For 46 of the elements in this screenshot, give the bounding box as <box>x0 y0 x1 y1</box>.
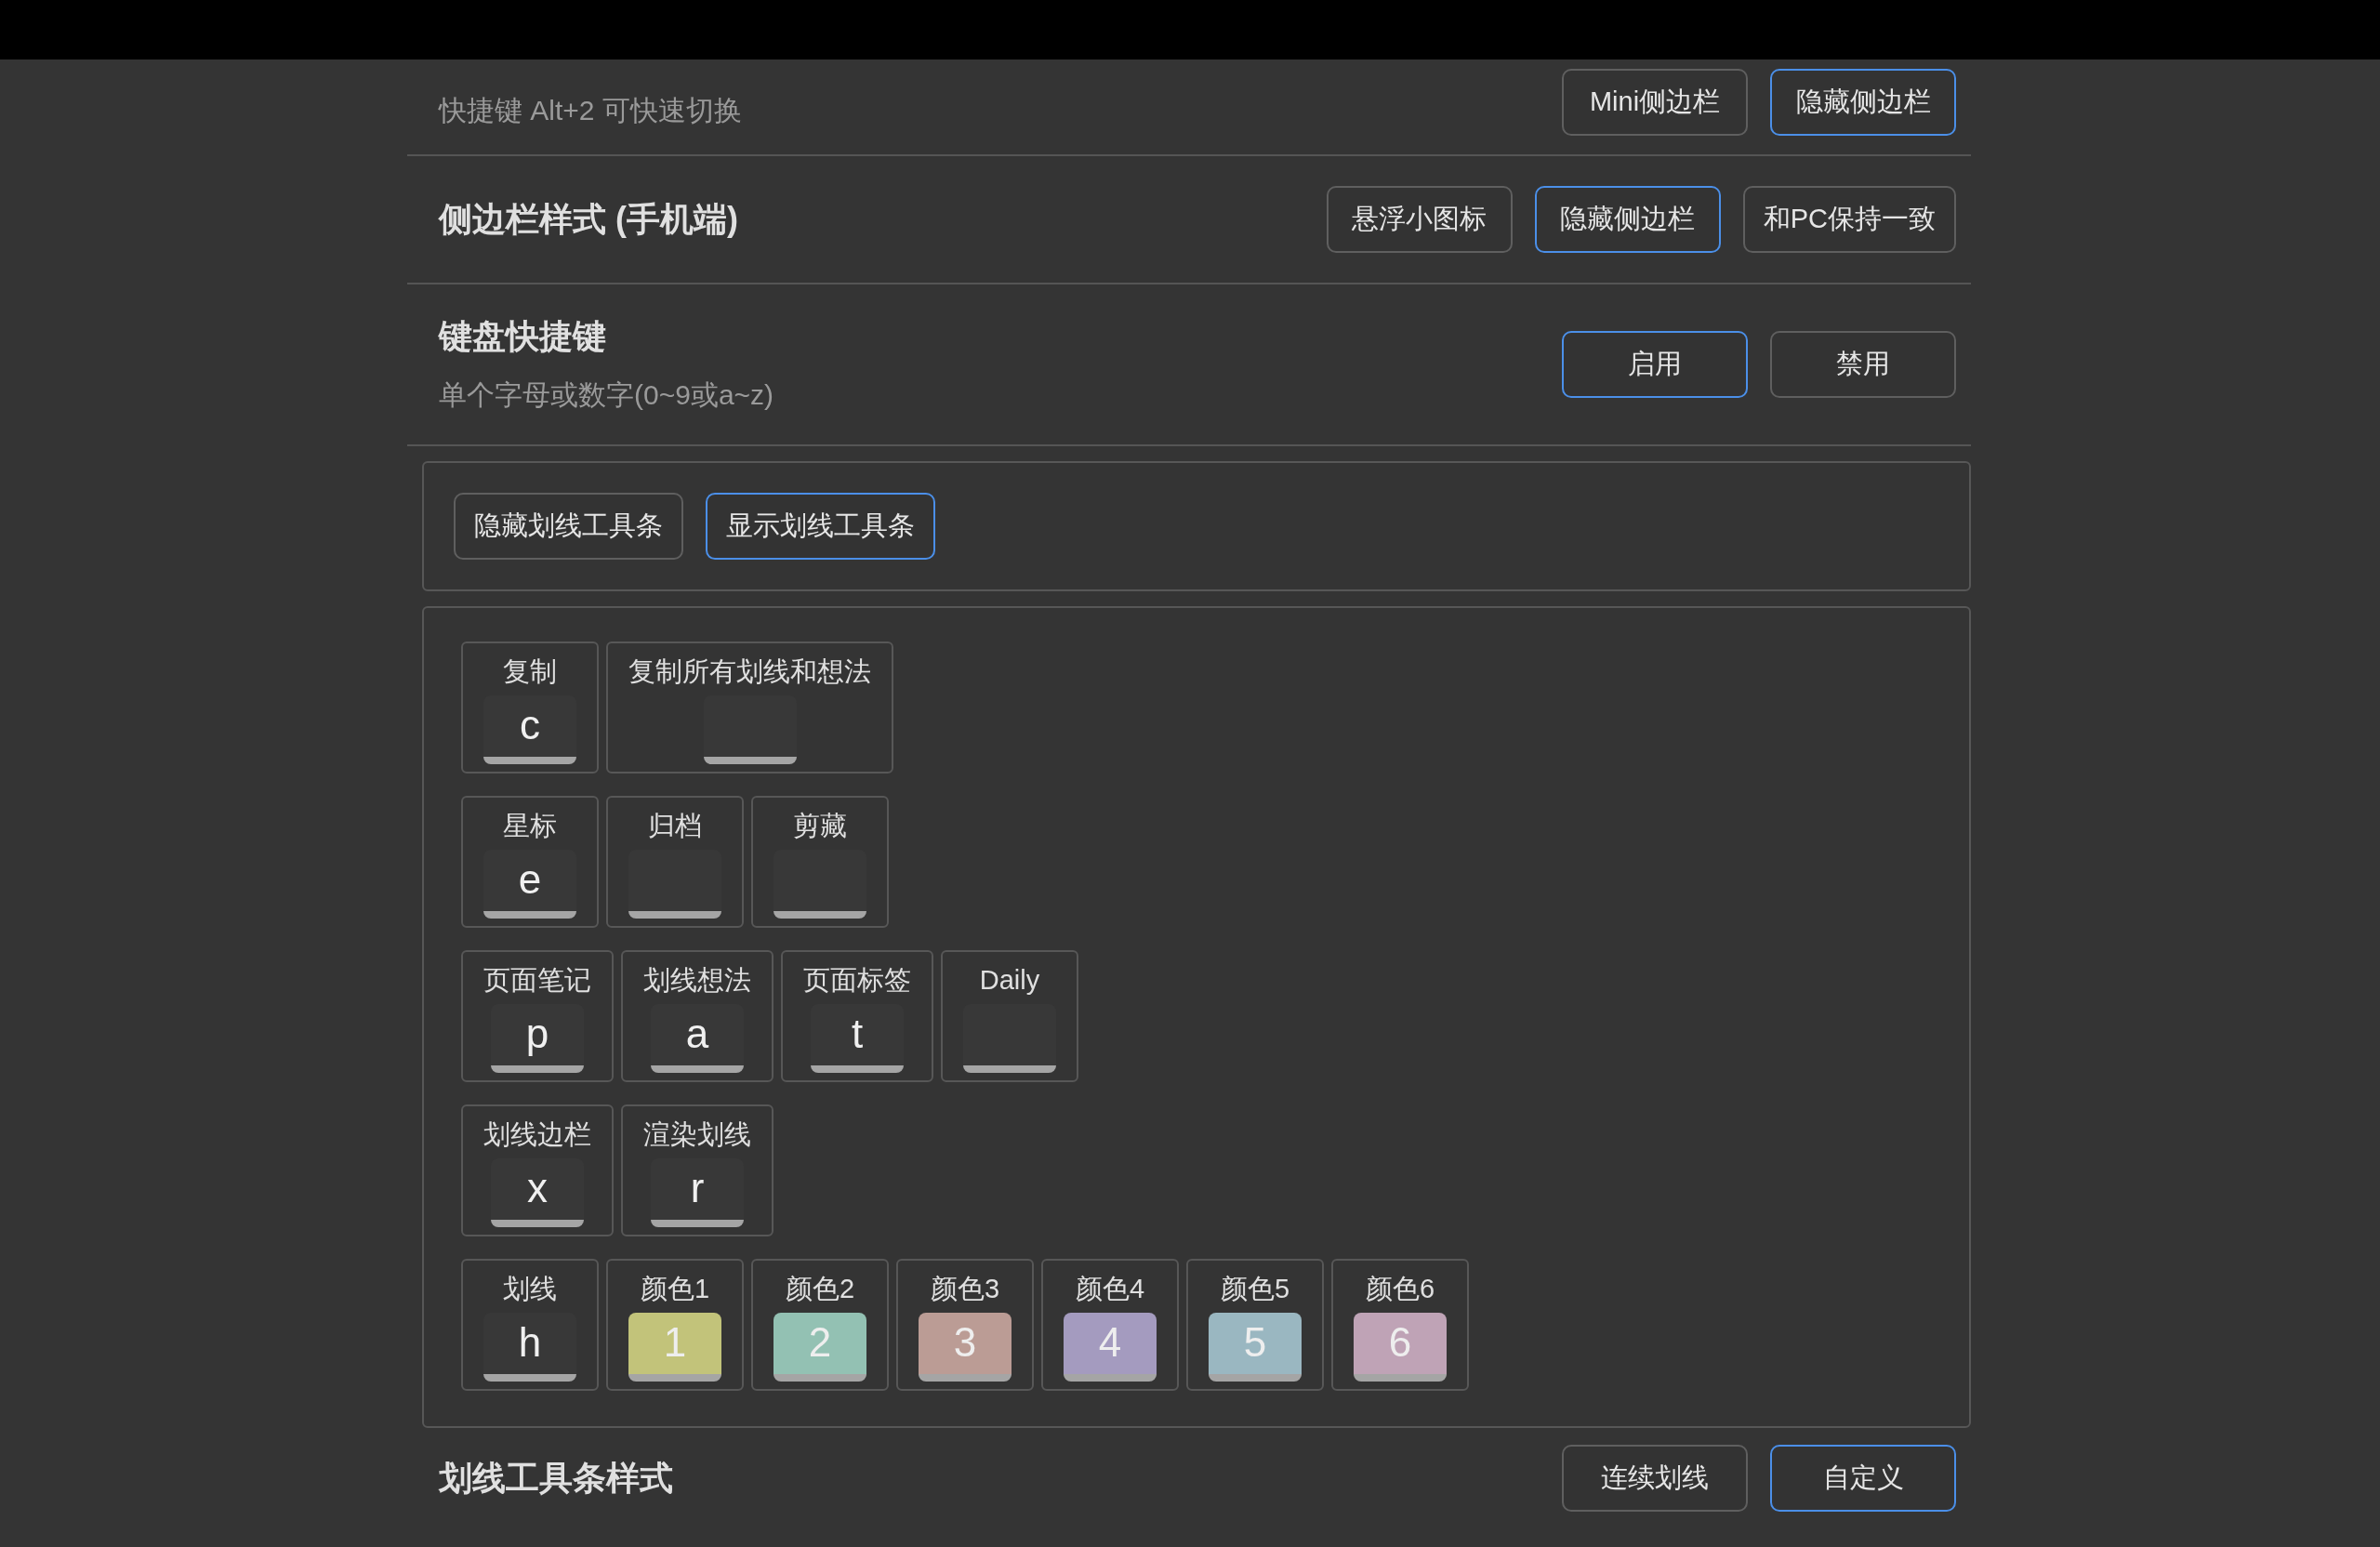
shortcut-label: 复制 <box>503 655 557 688</box>
shortcut-label: 星标 <box>503 810 557 842</box>
key-input[interactable]: e <box>483 850 576 919</box>
setting-title: 键盘快捷键 <box>439 316 607 357</box>
key-input[interactable]: x <box>491 1158 584 1227</box>
key-input[interactable]: p <box>491 1004 584 1073</box>
key-input[interactable]: t <box>811 1004 904 1073</box>
setting-hint: 单个字母或数字(0~9或a~z) <box>439 378 774 412</box>
shortcut-label: 颜色1 <box>640 1273 710 1305</box>
option-button[interactable]: 隐藏侧边栏 <box>1534 186 1721 253</box>
key-input[interactable]: h <box>483 1313 576 1382</box>
shortcut-label: 渲染划线 <box>643 1118 751 1151</box>
option-button[interactable]: 隐藏侧边栏 <box>1770 69 1956 136</box>
shortcut-label: 页面标签 <box>803 964 911 997</box>
option-button[interactable]: 悬浮小图标 <box>1326 186 1513 253</box>
key-input[interactable]: r <box>651 1158 744 1227</box>
setting-title: 侧边栏样式 (手机端) <box>439 198 738 240</box>
shortcut-label: 颜色2 <box>785 1273 855 1305</box>
setting-hint: 快捷键 Alt+2 可快速切换 <box>439 93 742 127</box>
shortcut-label: 复制所有划线和想法 <box>628 655 871 688</box>
option-button[interactable]: 连续划线 <box>1562 1445 1748 1512</box>
option-button[interactable]: 隐藏划线工具条 <box>454 493 683 560</box>
shortcut-label: 划线想法 <box>643 964 751 997</box>
shortcut-label: Daily <box>979 964 1040 997</box>
key-input[interactable] <box>963 1004 1056 1073</box>
option-button[interactable]: 自定义 <box>1770 1445 1956 1512</box>
shortcut-label: 归档 <box>648 810 702 842</box>
shortcut-label: 颜色5 <box>1220 1273 1290 1305</box>
option-button[interactable]: 禁用 <box>1770 331 1956 398</box>
key-input[interactable] <box>628 850 721 919</box>
setting-title: 划线工具条样式 <box>439 1457 673 1499</box>
key-input[interactable]: a <box>651 1004 744 1073</box>
key-input[interactable] <box>703 695 797 764</box>
shortcut-label: 颜色4 <box>1075 1273 1145 1305</box>
option-button[interactable]: 启用 <box>1562 331 1748 398</box>
shortcut-label: 剪藏 <box>793 810 847 842</box>
key-input[interactable]: c <box>483 695 576 764</box>
option-button[interactable]: Mini侧边栏 <box>1562 69 1748 136</box>
key-input[interactable] <box>774 850 866 919</box>
shortcut-label: 颜色6 <box>1365 1273 1435 1305</box>
option-button[interactable]: 显示划线工具条 <box>706 493 935 560</box>
shortcut-label: 颜色3 <box>930 1273 1000 1305</box>
option-button[interactable]: 和PC保持一致 <box>1742 186 1956 253</box>
shortcut-label: 页面笔记 <box>483 964 591 997</box>
shortcut-label: 划线 <box>503 1273 557 1305</box>
shortcut-label: 划线边栏 <box>483 1118 591 1151</box>
